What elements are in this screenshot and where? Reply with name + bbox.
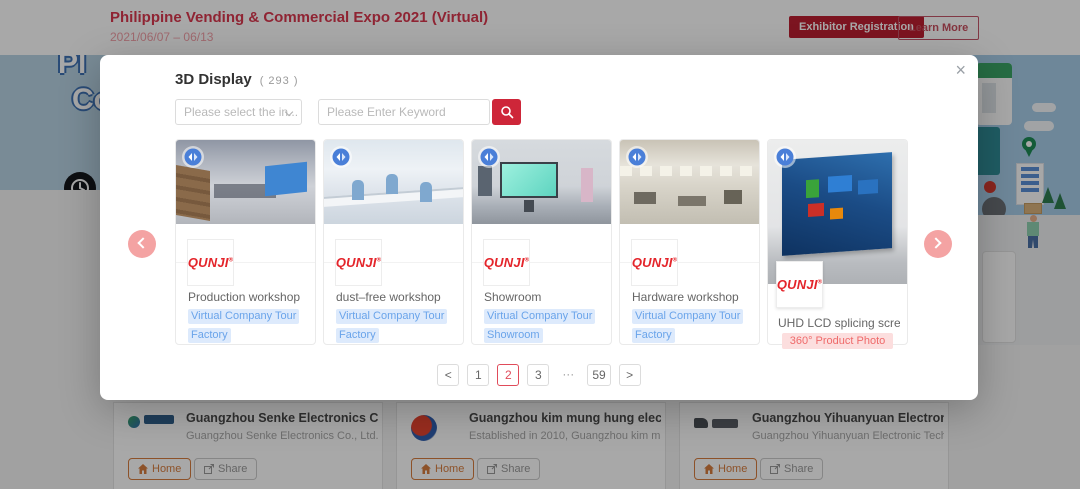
keyword-input[interactable] [318,99,490,125]
result-count: ( 293 ) [259,75,299,87]
chevron-right-icon [930,237,942,249]
tour-title: Hardware workshop [632,290,739,304]
tour-thumbnail[interactable] [620,140,759,224]
carousel-next-button[interactable] [924,230,952,258]
brand-logo: QUNJI® [335,255,382,270]
brand-logo: QUNJI® [483,255,530,270]
audio-badge-icon [182,146,204,168]
tour-card[interactable]: QUNJI® Production workshop Virtual Compa… [175,139,316,345]
page-next-button[interactable]: > [618,364,641,386]
industry-select-placeholder: Please select the in... [184,105,299,119]
brand-logo-box: QUNJI® [335,239,382,286]
search-button[interactable] [492,99,521,125]
tag: Virtual Company Tour [484,309,596,324]
brand-logo-box: QUNJI® [187,239,234,286]
tag: Virtual Company Tour [188,309,300,324]
tour-card[interactable]: QUNJI® dust–free workshop Virtual Compan… [323,139,464,345]
modal-header: 3D Display ( 293 ) [175,71,299,88]
tour-thumbnail[interactable] [472,140,611,224]
tour-thumbnail[interactable] [176,140,315,224]
brand-logo-box: QUNJI® [776,261,823,308]
audio-badge-icon [478,146,500,168]
tour-tags: Virtual Company Tour Factory [632,307,745,345]
page-button-1[interactable]: 1 [467,364,490,386]
tour-title: Showroom [484,290,542,304]
page-button-3[interactable]: 3 [527,364,550,386]
filter-bar: Please select the in... [175,99,521,125]
audio-badge-icon [330,146,352,168]
tour-thumbnail[interactable] [324,140,463,224]
modal-title: 3D Display [175,71,252,88]
page-ellipsis: ··· [557,364,580,386]
carousel-prev-button[interactable] [128,230,156,258]
tag: Factory [632,328,675,343]
audio-badge-icon [626,146,648,168]
brand-logo: QUNJI® [631,255,678,270]
tag: Showroom [484,328,543,343]
tag: Virtual Company Tour [632,309,744,324]
industry-select[interactable]: Please select the in... [175,99,302,125]
tour-card[interactable]: QUNJI® Hardware workshop Virtual Company… [619,139,760,345]
3d-tour-card-list: QUNJI® Production workshop Virtual Compa… [175,139,908,349]
page-button-59[interactable]: 59 [587,364,611,386]
3d-display-modal: × 3D Display ( 293 ) Please select the i… [100,55,978,400]
tour-title: UHD LCD splicing scree... [778,316,900,330]
brand-logo-box: QUNJI® [483,239,530,286]
tour-tags: Virtual Company Tour Factory [336,307,449,345]
brand-logo-box: QUNJI® [631,239,678,286]
chevron-left-icon [137,237,149,249]
tour-title: dust–free workshop [336,290,441,304]
audio-badge-icon [774,146,796,168]
brand-logo: QUNJI® [187,255,234,270]
page-prev-button[interactable]: < [437,364,460,386]
tour-card[interactable]: QUNJI® Showroom Virtual Company Tour Sho… [471,139,612,345]
tag: Factory [188,328,231,343]
pagination: < 1 2 3 ··· 59 > [100,364,978,386]
tour-tags: Virtual Company Tour Showroom [484,307,597,345]
close-icon[interactable]: × [955,61,966,79]
search-icon [500,106,513,119]
tag: Virtual Company Tour [336,309,448,324]
page-button-2-active[interactable]: 2 [497,364,520,386]
brand-logo: QUNJI® [776,277,823,292]
tour-tags: 360° Product Photo [768,331,907,349]
tag: 360° Product Photo [781,333,894,349]
tour-tags: Virtual Company Tour Factory [188,307,301,345]
tour-card[interactable]: QUNJI® UHD LCD splicing scree... 360° Pr… [767,139,908,349]
tour-title: Production workshop [188,290,301,304]
tag: Factory [336,328,379,343]
